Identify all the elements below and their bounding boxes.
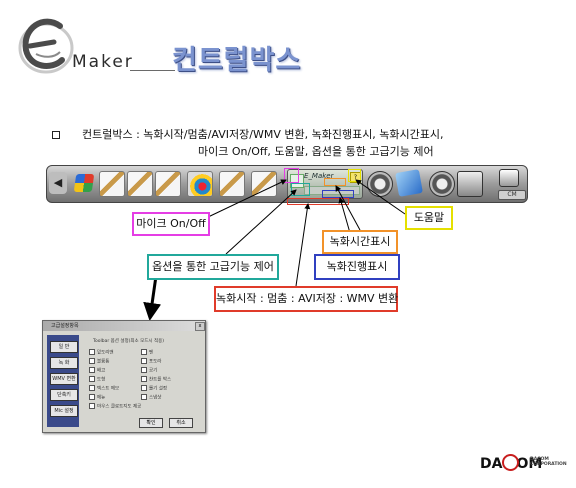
description-line-1: 컨트럴박스 : 녹화시작/멈춤/AVI저장/WMV 변환, 녹화진행표시, 녹화… xyxy=(82,128,444,141)
callout-record-time: 녹화시간표시 xyxy=(322,230,398,254)
option-checkbox[interactable]: 포도라 xyxy=(141,358,161,365)
dacom-subtitle: DACOM CORPORATION xyxy=(530,457,567,467)
progress-highlight xyxy=(322,190,354,198)
printer-icon[interactable] xyxy=(499,169,519,187)
check-tool-icon[interactable] xyxy=(155,171,181,197)
note-tool-icon[interactable] xyxy=(219,171,245,197)
record-highlight xyxy=(287,198,349,205)
bullet-icon xyxy=(52,131,60,139)
cancel-button[interactable]: 취소 xyxy=(169,418,193,428)
option-checkbox[interactable]: 밑도리앤 xyxy=(89,349,114,356)
logo-text: Maker xyxy=(72,52,134,72)
camera-icon[interactable] xyxy=(457,171,483,197)
book-icon[interactable] xyxy=(395,169,423,197)
refresh-icon[interactable] xyxy=(367,171,393,197)
sidebar-item-mic[interactable]: Mic 설정 xyxy=(50,405,78,417)
callout-options: 옵션을 통한 고급기능 제어 xyxy=(147,254,279,280)
sidebar-item-shortcut[interactable]: 단축키 xyxy=(50,389,78,401)
option-checkbox[interactable]: 찬트를 박스 xyxy=(141,376,171,383)
option-checkbox[interactable]: 스냅샷 xyxy=(141,394,161,401)
advanced-settings-dialog: 고급설정항목 x 일 반 녹 화 WMV 변환 단축키 Mic 설정 Toolb… xyxy=(42,320,206,433)
description-line-2: 마이크 On/Off, 도움말, 옵션을 통한 고급기능 제어 xyxy=(198,145,434,158)
option-checkbox[interactable]: 공기 xyxy=(141,367,157,374)
option-checkbox[interactable]: 배고 xyxy=(89,367,105,374)
collapse-arrow-icon[interactable]: ◀ xyxy=(49,172,67,194)
dialog-heading: Toolbar 옵션 설정(최소 모드시 적용) xyxy=(93,339,164,344)
option-checkbox[interactable]: 마우스 클로트지도 제공 xyxy=(89,403,141,410)
callout-help: 도움말 xyxy=(405,206,453,230)
eraser-tool-icon[interactable] xyxy=(251,171,277,197)
option-checkbox[interactable]: 메뉴 xyxy=(89,394,105,401)
sidebar-item-general[interactable]: 일 반 xyxy=(50,341,78,353)
paint-bucket-icon[interactable] xyxy=(187,171,213,197)
close-icon[interactable]: x xyxy=(195,322,205,331)
option-checkbox[interactable]: 볼륨통 xyxy=(89,358,109,365)
callout-progress: 녹화진행표시 xyxy=(314,254,400,280)
windows-icon[interactable] xyxy=(73,174,95,192)
ok-button[interactable]: 확인 xyxy=(139,418,163,428)
highlighter-tool-icon[interactable] xyxy=(127,171,153,197)
dialog-sidebar: 일 반 녹 화 WMV 변환 단축키 Mic 설정 xyxy=(47,335,79,427)
option-checkbox[interactable]: 롤기 설정 xyxy=(141,385,167,392)
callout-record-controls: 녹화시작 : 멈춤 : AVI저장 : WMV 변환 xyxy=(214,286,398,312)
help-highlight xyxy=(348,169,361,182)
pen-tool-icon[interactable] xyxy=(99,171,125,197)
cm-button[interactable]: CM xyxy=(498,190,526,200)
dacom-ring-icon xyxy=(502,454,519,471)
options-highlight xyxy=(291,183,310,196)
sidebar-item-record[interactable]: 녹 화 xyxy=(50,357,78,369)
callout-mic: 마이크 On/Off xyxy=(132,212,210,236)
option-checkbox[interactable]: 펜 xyxy=(141,349,153,356)
logo-underline xyxy=(130,70,175,71)
page-title: 컨트럴박스 xyxy=(172,45,302,76)
time-highlight xyxy=(324,178,346,186)
dialog-title: 고급설정항목 xyxy=(43,321,205,331)
mic-highlight xyxy=(284,168,299,183)
option-checkbox[interactable]: 도형 xyxy=(89,376,105,383)
dial-icon[interactable] xyxy=(429,171,455,197)
sidebar-item-wmv[interactable]: WMV 변환 xyxy=(50,373,78,385)
emaker-logo-icon xyxy=(14,8,76,78)
option-checkbox[interactable]: 텍스트 메모 xyxy=(89,385,119,392)
